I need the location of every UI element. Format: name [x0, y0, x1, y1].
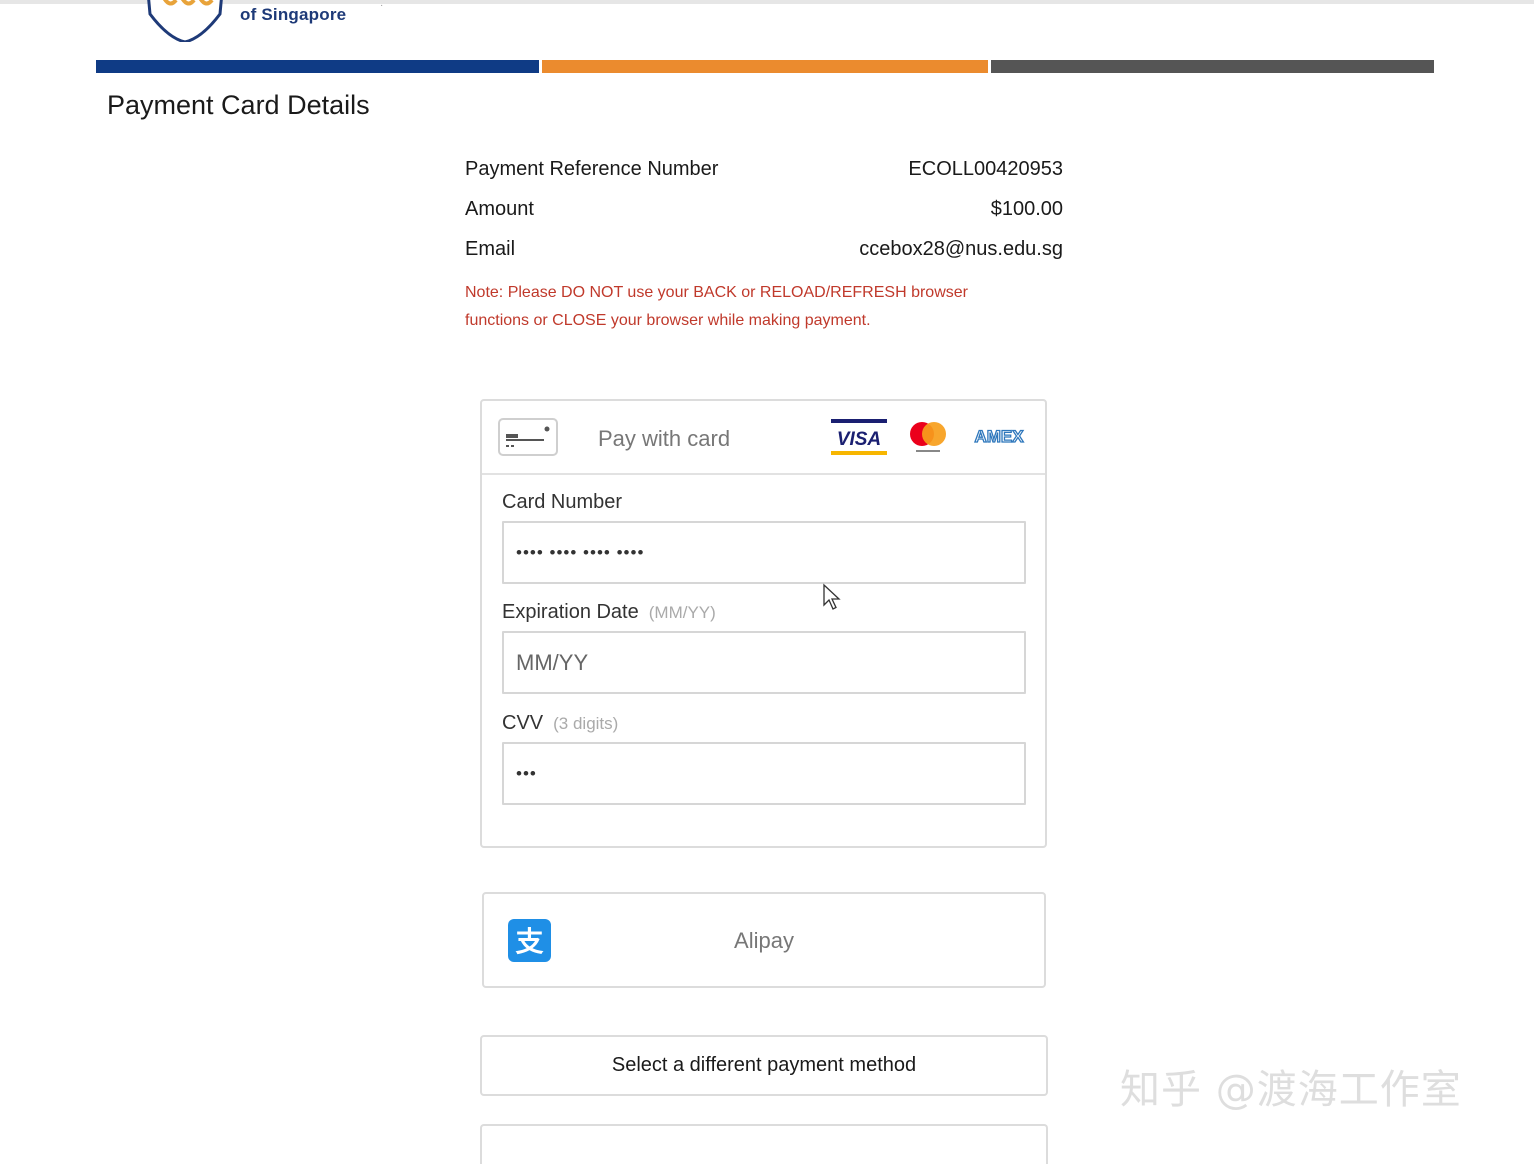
svg-text:VISA: VISA [837, 429, 881, 450]
alipay-button[interactable]: 支 Alipay [482, 892, 1046, 988]
expiration-label: Expiration Date [502, 601, 639, 623]
brand-bar-blue [96, 60, 539, 73]
pay-with-card-label: Pay with card [598, 426, 731, 451]
next-option-button[interactable] [480, 1124, 1048, 1164]
brand-bar-orange [542, 60, 988, 73]
cvv-label: CVV [502, 712, 544, 734]
card-payment-panel: Pay with card VISA AMEX Card Number Expi… [480, 399, 1047, 848]
reference-row: Payment Reference Number ECOLL00420953 [465, 158, 1063, 186]
warning-note: Note: Please DO NOT use your BACK or REL… [465, 284, 968, 329]
cvv-label-row: CVV (3 digits) [502, 712, 618, 735]
logo-mark: · [380, 0, 384, 11]
card-panel-header[interactable]: Pay with card VISA AMEX [482, 401, 1045, 475]
mastercard-logo [910, 422, 946, 452]
university-crest-logo [147, 0, 223, 42]
amount-value: $100.00 [990, 198, 1063, 220]
email-row: Email ccebox28@nus.edu.sg [465, 238, 1063, 266]
expiration-label-row: Expiration Date (MM/YY) [502, 601, 716, 624]
expiration-input[interactable] [502, 631, 1026, 694]
amount-row: Amount $100.00 [465, 198, 1063, 226]
page-title: Payment Card Details [107, 90, 370, 120]
reference-value: ECOLL00420953 [908, 158, 1063, 180]
card-number-input[interactable] [502, 521, 1026, 584]
card-number-label: Card Number [502, 491, 623, 513]
brand-bar-gray [991, 60, 1434, 73]
alipay-label: Alipay [734, 928, 794, 953]
logo-text: of Singapore [240, 5, 347, 24]
amount-label: Amount [465, 198, 534, 220]
email-value: ccebox28@nus.edu.sg [859, 238, 1063, 260]
reference-label: Payment Reference Number [465, 158, 719, 180]
cvv-hint: (3 digits) [553, 714, 619, 733]
svg-text:AMEX: AMEX [974, 427, 1024, 446]
watermark: 知乎 @渡海工作室 [1120, 1067, 1462, 1113]
amex-logo: AMEX [974, 426, 1025, 446]
cvv-input[interactable] [502, 742, 1026, 805]
top-border [0, 0, 1534, 4]
select-different-method-button[interactable]: Select a different payment method [480, 1035, 1048, 1096]
visa-logo: VISA [831, 419, 887, 455]
expiration-hint: (MM/YY) [648, 603, 716, 622]
mouse-cursor-icon [823, 583, 841, 610]
email-label: Email [465, 238, 516, 260]
credit-card-icon [498, 418, 558, 456]
